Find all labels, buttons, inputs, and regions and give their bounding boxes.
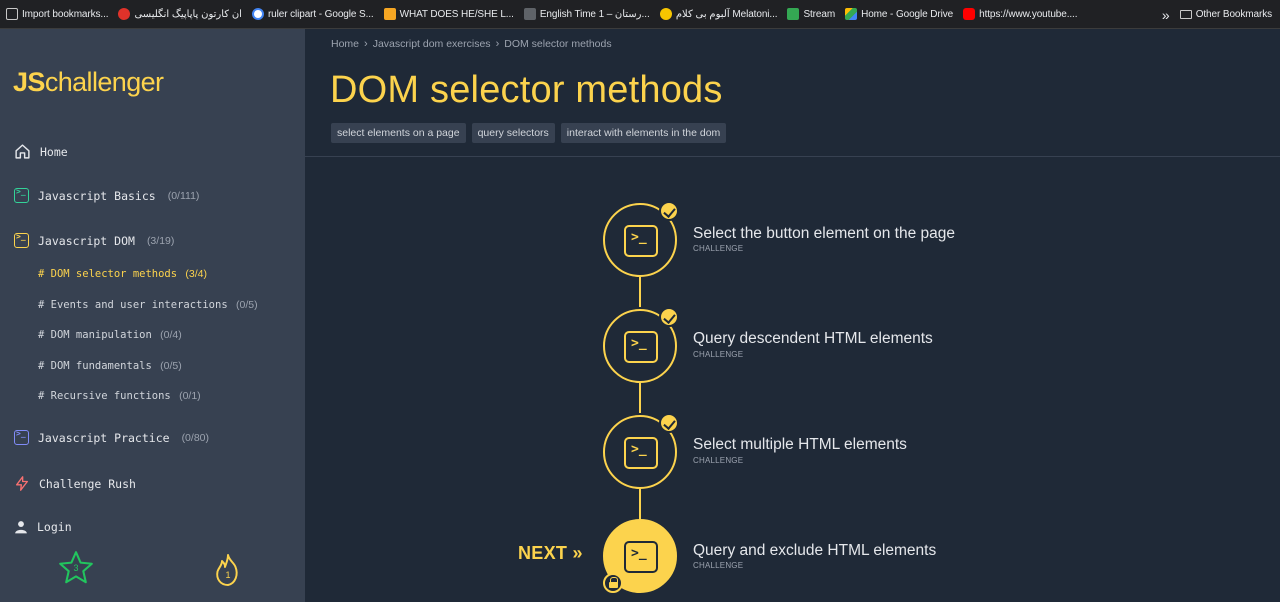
challenge-type: CHALLENGE [693, 244, 744, 253]
sidebar-subitem-events[interactable]: # Events and user interactions (0/5) [38, 299, 258, 311]
terminal-icon [624, 437, 658, 469]
terminal-icon [624, 541, 658, 573]
sidebar-subitem-dom-fundamentals[interactable]: # DOM fundamentals (0/5) [38, 360, 182, 372]
other-bookmarks[interactable]: Other Bookmarks [1179, 9, 1272, 20]
path-connector [639, 489, 641, 519]
bookmark-import[interactable]: Import bookmarks... [6, 8, 109, 20]
bookmarks-bar: Import bookmarks... ان کارتون پاپاپیگ ان… [0, 0, 1280, 29]
terminal-icon [14, 232, 29, 248]
challenge-title[interactable]: Query and exclude HTML elements [693, 542, 936, 560]
challenge-title[interactable]: Select the button element on the page [693, 225, 955, 243]
bookmark-melatonin[interactable]: آلبوم بی کلام Melatoni... [659, 8, 778, 20]
bookmark-what-does[interactable]: WHAT DOES HE/SHE L... [383, 8, 514, 20]
breadcrumb: Home › Javascript dom exercises › DOM se… [331, 38, 612, 50]
star-badge[interactable]: 3 [57, 549, 95, 587]
challenge-type: CHALLENGE [693, 561, 744, 570]
sidebar-item-challenge-rush[interactable]: Challenge Rush [14, 475, 136, 492]
challenge-type: CHALLENGE [693, 456, 744, 465]
jschallenger-logo[interactable]: JSchallenger [13, 67, 164, 98]
bookmark-english-time[interactable]: English Time 1 – رستان... [523, 8, 650, 20]
breadcrumb-javascript-dom-exercises[interactable]: Javascript dom exercises [373, 38, 491, 50]
terminal-icon [14, 429, 29, 445]
sidebar-subitem-recursive-functions[interactable]: # Recursive functions (0/1) [38, 390, 201, 402]
bookmark-stream[interactable]: Stream [787, 8, 835, 20]
challenge-node-2[interactable] [603, 307, 679, 383]
bookmark-youtube[interactable]: https://www.youtube.... [963, 8, 1078, 20]
import-icon [6, 8, 18, 20]
page-header: Home › Javascript dom exercises › DOM se… [305, 29, 1280, 157]
sidebar-subitem-dom-manipulation[interactable]: # DOM manipulation (0/4) [38, 329, 182, 341]
checkmark-icon [659, 307, 679, 327]
drive-icon [845, 8, 858, 20]
terminal-icon [14, 187, 29, 203]
checkmark-icon [659, 201, 679, 221]
sidebar-item-login[interactable]: Login [14, 520, 72, 534]
path-connector [639, 277, 641, 307]
bookmarks-right: » Other Bookmarks [1153, 0, 1272, 28]
challenge-title[interactable]: Select multiple HTML elements [693, 436, 907, 454]
user-icon [15, 521, 27, 534]
bookmark-google-drive[interactable]: Home - Google Drive [845, 8, 953, 20]
bookmark-cartoon[interactable]: ان کارتون پاپاپیگ انگلیسی [118, 8, 242, 20]
site-orange-icon [383, 8, 396, 20]
path-connector [639, 383, 641, 413]
site-gray-icon [523, 8, 536, 20]
breadcrumb-dom-selector-methods[interactable]: DOM selector methods [504, 38, 611, 50]
bookmark-ruler-clipart[interactable]: ruler clipart - Google S... [251, 8, 374, 20]
tag[interactable]: query selectors [471, 123, 555, 143]
challenge-title[interactable]: Query descendent HTML elements [693, 330, 933, 348]
page-title: DOM selector methods [330, 69, 723, 111]
tag[interactable]: interact with elements in the dom [560, 123, 727, 143]
chevron-right-icon: › [364, 38, 368, 50]
checkmark-icon [659, 413, 679, 433]
challenge-node-3[interactable] [603, 413, 679, 489]
chevron-double-right-icon[interactable]: » [1162, 7, 1170, 23]
terminal-icon [624, 331, 658, 363]
next-indicator: NEXT » [518, 543, 583, 563]
topic-tags: select elements on a page query selector… [331, 123, 727, 143]
bolt-icon [16, 476, 28, 491]
tag[interactable]: select elements on a page [331, 123, 466, 143]
stream-icon [787, 8, 800, 20]
challenge-type: CHALLENGE [693, 350, 744, 359]
challenge-node-4[interactable] [603, 519, 677, 593]
lock-icon [603, 573, 623, 593]
main-content: Home › Javascript dom exercises › DOM se… [305, 29, 1280, 602]
sidebar-item-javascript-basics[interactable]: Javascript Basics (0/111) [14, 187, 199, 203]
youtube-icon [963, 8, 976, 20]
breadcrumb-home[interactable]: Home [331, 38, 359, 50]
sidebar: JSchallenger Home Javascript Basics (0/1… [0, 29, 305, 602]
site-red-icon [118, 8, 131, 20]
sidebar-item-javascript-dom[interactable]: Javascript DOM (3/19) [14, 232, 174, 248]
streak-badge[interactable]: 1 [210, 551, 246, 589]
sidebar-subitem-dom-selector-methods[interactable]: # DOM selector methods (3/4) [38, 268, 207, 280]
folder-icon [1179, 10, 1192, 19]
challenge-node-1[interactable] [603, 201, 679, 277]
site-yellow-icon [659, 8, 672, 20]
terminal-icon [624, 225, 658, 257]
sidebar-item-javascript-practice[interactable]: Javascript Practice (0/80) [14, 429, 209, 445]
sidebar-item-home[interactable]: Home [14, 143, 68, 160]
chevron-right-icon: › [495, 38, 500, 50]
home-icon [15, 144, 30, 159]
google-icon [251, 8, 264, 20]
